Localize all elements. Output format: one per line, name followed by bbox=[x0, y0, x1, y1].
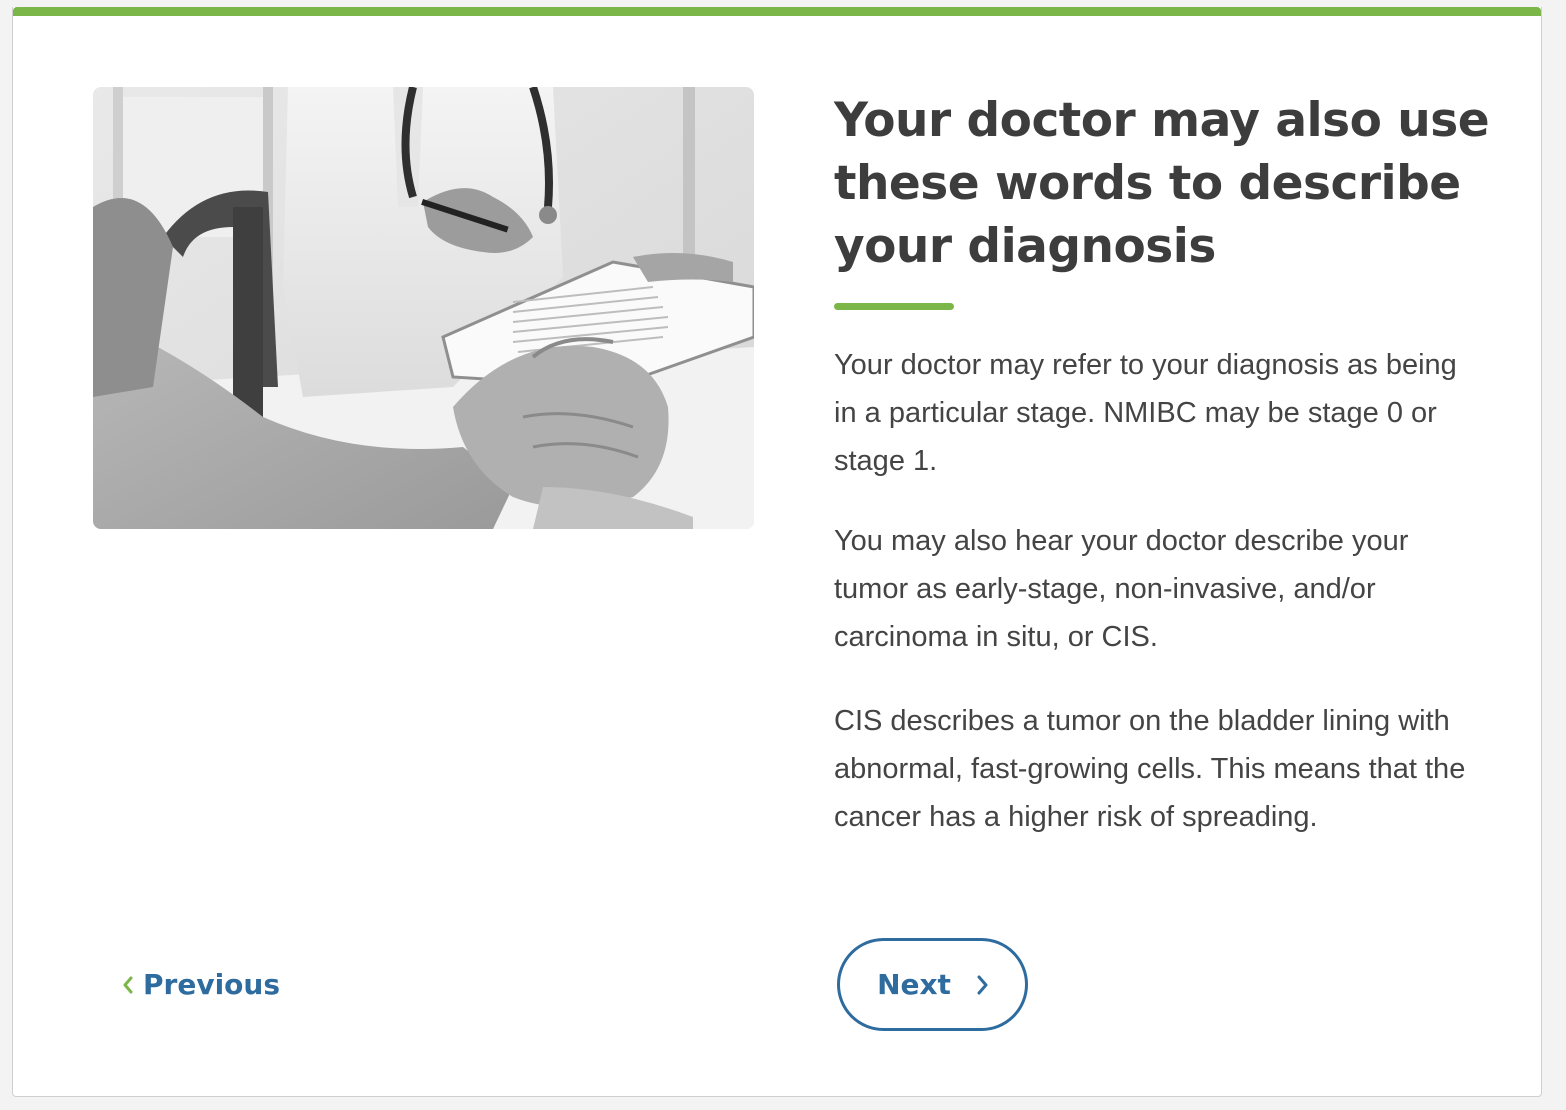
next-label: Next bbox=[877, 968, 951, 1001]
chevron-left-icon bbox=[123, 976, 133, 994]
body-paragraph: CIS describes a tumor on the bladder lin… bbox=[834, 705, 1466, 833]
title-accent-rule bbox=[834, 303, 954, 310]
body-paragraph: You may also hear your doctor describe y… bbox=[834, 525, 1409, 653]
doctor-consultation-photo bbox=[93, 87, 754, 529]
chevron-right-icon bbox=[977, 975, 988, 995]
page-title: Your doctor may also use these words to … bbox=[834, 93, 1490, 274]
previous-link[interactable]: Previous bbox=[123, 963, 280, 1007]
body-paragraph: Your doctor may refer to your diagnosis … bbox=[834, 349, 1457, 477]
content-card: Your doctor may also use these words to … bbox=[12, 7, 1542, 1097]
progress-accent-bar bbox=[13, 7, 1541, 16]
next-button[interactable]: Next bbox=[837, 938, 1028, 1031]
previous-label: Previous bbox=[143, 968, 281, 1001]
